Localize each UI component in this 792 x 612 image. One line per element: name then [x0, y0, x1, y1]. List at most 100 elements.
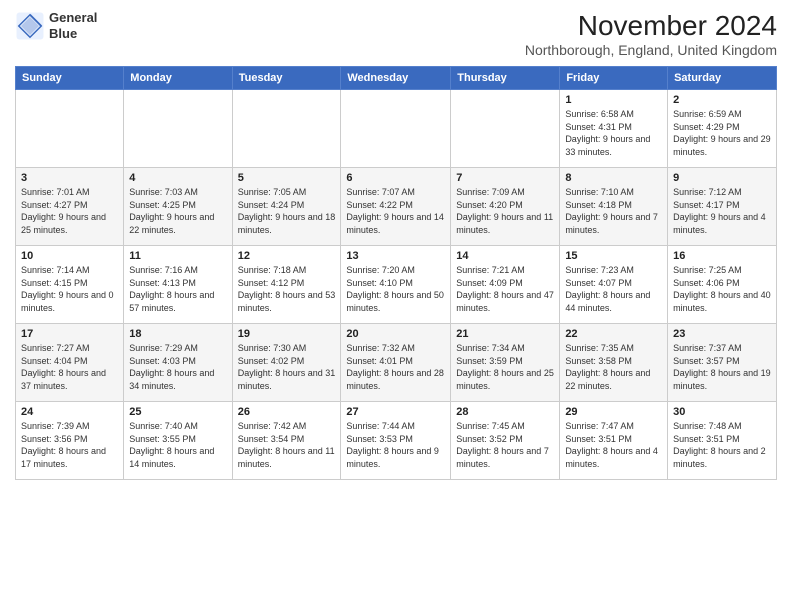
col-thursday: Thursday: [451, 67, 560, 90]
day-info: Sunrise: 7:44 AM Sunset: 3:53 PM Dayligh…: [346, 420, 445, 470]
week-row-4: 17 Sunrise: 7:27 AM Sunset: 4:04 PM Dayli…: [16, 324, 777, 402]
day-cell: 17 Sunrise: 7:27 AM Sunset: 4:04 PM Dayli…: [16, 324, 124, 402]
day-cell: 28 Sunrise: 7:45 AM Sunset: 3:52 PM Dayli…: [451, 402, 560, 480]
day-cell: 14 Sunrise: 7:21 AM Sunset: 4:09 PM Dayli…: [451, 246, 560, 324]
day-info: Sunrise: 7:12 AM Sunset: 4:17 PM Dayligh…: [673, 186, 771, 236]
day-cell: 19Sunrise: 7:30 AM Sunset: 4:02 PM Dayli…: [232, 324, 341, 402]
day-number: 23: [673, 328, 771, 340]
day-cell: 29Sunrise: 7:47 AM Sunset: 3:51 PM Dayli…: [560, 402, 668, 480]
day-info: Sunrise: 7:29 AM Sunset: 4:03 PM Dayligh…: [129, 342, 226, 392]
day-cell: 3 Sunrise: 7:01 AM Sunset: 4:27 PM Daylig…: [16, 168, 124, 246]
day-cell: 21 Sunrise: 7:34 AM Sunset: 3:59 PM Dayli…: [451, 324, 560, 402]
day-info: Sunrise: 7:07 AM Sunset: 4:22 PM Dayligh…: [346, 186, 445, 236]
day-cell: 25Sunrise: 7:40 AM Sunset: 3:55 PM Dayli…: [124, 402, 232, 480]
col-sunday: Sunday: [16, 67, 124, 90]
day-cell: 10Sunrise: 7:14 AM Sunset: 4:15 PM Dayli…: [16, 246, 124, 324]
day-number: 7: [456, 172, 554, 184]
day-number: 21: [456, 328, 554, 340]
day-number: 17: [21, 328, 118, 340]
day-cell: 13 Sunrise: 7:20 AM Sunset: 4:10 PM Dayli…: [341, 246, 451, 324]
day-info: Sunrise: 7:27 AM Sunset: 4:04 PM Dayligh…: [21, 342, 118, 392]
day-cell: [232, 90, 341, 168]
logo-line2: Blue: [49, 26, 97, 42]
day-number: 30: [673, 406, 771, 418]
col-saturday: Saturday: [668, 67, 777, 90]
day-number: 14: [456, 250, 554, 262]
day-info: Sunrise: 7:48 AM Sunset: 3:51 PM Dayligh…: [673, 420, 771, 470]
day-number: 18: [129, 328, 226, 340]
day-number: 28: [456, 406, 554, 418]
day-number: 5: [238, 172, 336, 184]
day-info: Sunrise: 7:21 AM Sunset: 4:09 PM Dayligh…: [456, 264, 554, 314]
day-number: 16: [673, 250, 771, 262]
day-info: Sunrise: 7:05 AM Sunset: 4:24 PM Dayligh…: [238, 186, 336, 236]
day-number: 13: [346, 250, 445, 262]
day-cell: 18 Sunrise: 7:29 AM Sunset: 4:03 PM Dayli…: [124, 324, 232, 402]
day-number: 12: [238, 250, 336, 262]
day-info: Sunrise: 7:10 AM Sunset: 4:18 PM Dayligh…: [565, 186, 662, 236]
day-info: Sunrise: 7:18 AM Sunset: 4:12 PM Dayligh…: [238, 264, 336, 314]
col-wednesday: Wednesday: [341, 67, 451, 90]
day-number: 22: [565, 328, 662, 340]
day-number: 2: [673, 94, 771, 106]
day-info: Sunrise: 7:37 AM Sunset: 3:57 PM Dayligh…: [673, 342, 771, 392]
day-info: Sunrise: 6:58 AM Sunset: 4:31 PM Dayligh…: [565, 108, 662, 158]
day-cell: [124, 90, 232, 168]
day-cell: 4 Sunrise: 7:03 AM Sunset: 4:25 PM Daylig…: [124, 168, 232, 246]
day-info: Sunrise: 7:23 AM Sunset: 4:07 PM Dayligh…: [565, 264, 662, 314]
day-number: 29: [565, 406, 662, 418]
day-number: 26: [238, 406, 336, 418]
day-cell: 6 Sunrise: 7:07 AM Sunset: 4:22 PM Daylig…: [341, 168, 451, 246]
day-info: Sunrise: 7:16 AM Sunset: 4:13 PM Dayligh…: [129, 264, 226, 314]
calendar-table: Sunday Monday Tuesday Wednesday Thursday…: [15, 66, 777, 480]
day-info: Sunrise: 6:59 AM Sunset: 4:29 PM Dayligh…: [673, 108, 771, 158]
logo: General Blue: [15, 10, 97, 41]
header-row: Sunday Monday Tuesday Wednesday Thursday…: [16, 67, 777, 90]
day-cell: 16 Sunrise: 7:25 AM Sunset: 4:06 PM Dayli…: [668, 246, 777, 324]
day-cell: 12 Sunrise: 7:18 AM Sunset: 4:12 PM Dayli…: [232, 246, 341, 324]
day-number: 8: [565, 172, 662, 184]
day-info: Sunrise: 7:09 AM Sunset: 4:20 PM Dayligh…: [456, 186, 554, 236]
day-number: 11: [129, 250, 226, 262]
day-cell: 22Sunrise: 7:35 AM Sunset: 3:58 PM Dayli…: [560, 324, 668, 402]
day-info: Sunrise: 7:20 AM Sunset: 4:10 PM Dayligh…: [346, 264, 445, 314]
day-info: Sunrise: 7:01 AM Sunset: 4:27 PM Dayligh…: [21, 186, 118, 236]
day-cell: [341, 90, 451, 168]
day-cell: 1 Sunrise: 6:58 AM Sunset: 4:31 PM Daylig…: [560, 90, 668, 168]
day-number: 6: [346, 172, 445, 184]
day-number: 3: [21, 172, 118, 184]
day-number: 9: [673, 172, 771, 184]
day-cell: 9 Sunrise: 7:12 AM Sunset: 4:17 PM Daylig…: [668, 168, 777, 246]
day-cell: 2 Sunrise: 6:59 AM Sunset: 4:29 PM Daylig…: [668, 90, 777, 168]
location: Northborough, England, United Kingdom: [525, 42, 777, 58]
day-info: Sunrise: 7:03 AM Sunset: 4:25 PM Dayligh…: [129, 186, 226, 236]
day-number: 4: [129, 172, 226, 184]
day-info: Sunrise: 7:32 AM Sunset: 4:01 PM Dayligh…: [346, 342, 445, 392]
logo-icon: [15, 11, 45, 41]
day-info: Sunrise: 7:39 AM Sunset: 3:56 PM Dayligh…: [21, 420, 118, 470]
day-info: Sunrise: 7:34 AM Sunset: 3:59 PM Dayligh…: [456, 342, 554, 392]
day-info: Sunrise: 7:45 AM Sunset: 3:52 PM Dayligh…: [456, 420, 554, 470]
day-cell: 11 Sunrise: 7:16 AM Sunset: 4:13 PM Dayli…: [124, 246, 232, 324]
day-info: Sunrise: 7:25 AM Sunset: 4:06 PM Dayligh…: [673, 264, 771, 314]
day-cell: [16, 90, 124, 168]
month-title: November 2024: [525, 10, 777, 42]
day-number: 27: [346, 406, 445, 418]
day-number: 19: [238, 328, 336, 340]
calendar-body: 1 Sunrise: 6:58 AM Sunset: 4:31 PM Daylig…: [16, 90, 777, 480]
day-cell: 15Sunrise: 7:23 AM Sunset: 4:07 PM Dayli…: [560, 246, 668, 324]
col-tuesday: Tuesday: [232, 67, 341, 90]
week-row-1: 1 Sunrise: 6:58 AM Sunset: 4:31 PM Daylig…: [16, 90, 777, 168]
day-number: 10: [21, 250, 118, 262]
day-cell: 26Sunrise: 7:42 AM Sunset: 3:54 PM Dayli…: [232, 402, 341, 480]
day-number: 1: [565, 94, 662, 106]
logo-line1: General: [49, 10, 97, 26]
week-row-5: 24Sunrise: 7:39 AM Sunset: 3:56 PM Dayli…: [16, 402, 777, 480]
header: General Blue November 2024 Northborough,…: [15, 10, 777, 58]
day-cell: 23 Sunrise: 7:37 AM Sunset: 3:57 PM Dayli…: [668, 324, 777, 402]
day-cell: 27 Sunrise: 7:44 AM Sunset: 3:53 PM Dayli…: [341, 402, 451, 480]
day-cell: 8 Sunrise: 7:10 AM Sunset: 4:18 PM Daylig…: [560, 168, 668, 246]
day-cell: 24Sunrise: 7:39 AM Sunset: 3:56 PM Dayli…: [16, 402, 124, 480]
logo-text: General Blue: [49, 10, 97, 41]
week-row-2: 3 Sunrise: 7:01 AM Sunset: 4:27 PM Daylig…: [16, 168, 777, 246]
